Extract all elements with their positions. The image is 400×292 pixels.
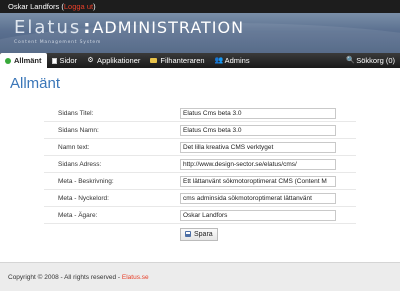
field-label: Namn text:	[58, 143, 90, 151]
meta-description-input[interactable]	[180, 175, 336, 187]
site-name-input[interactable]	[180, 124, 336, 136]
field-label: Sidans Namn:	[58, 126, 99, 134]
name-text-input[interactable]	[180, 141, 336, 153]
logo-section: ADMINISTRATION	[92, 18, 245, 37]
save-row: Spara	[44, 224, 356, 244]
disk-icon	[185, 231, 191, 237]
tab-label: Allmänt	[14, 56, 42, 65]
footer-link[interactable]: Elatus.se	[122, 274, 149, 281]
tab-label: Sidor	[59, 56, 78, 65]
settings-form: Sidans Titel: Sidans Namn: Namn text: Si…	[44, 105, 356, 244]
save-button[interactable]: Spara	[180, 227, 218, 241]
save-label: Spara	[194, 230, 213, 238]
meta-keywords-input[interactable]	[180, 192, 336, 204]
tab-sidor[interactable]: Sidor	[47, 53, 83, 68]
form-row-name-text: Namn text:	[44, 139, 356, 156]
field-label: Meta - Ägare:	[58, 211, 98, 219]
field-label: Sidans Adress:	[58, 160, 102, 168]
header-banner: Elatus: ADMINISTRATION Content Management…	[0, 13, 400, 53]
logo-name: Elatus	[14, 17, 82, 38]
tab-label: Admins	[224, 56, 250, 65]
tab-filhanteraren[interactable]: Filhanteraren	[145, 53, 209, 68]
search-basket-button[interactable]: 🔍 Sökkorg (0)	[341, 53, 400, 68]
form-row-name: Sidans Namn:	[44, 122, 356, 139]
tab-applikationer[interactable]: ⚙ Applikationer	[82, 53, 145, 68]
field-label: Meta - Beskrivning:	[58, 177, 114, 185]
username: Oskar Landfors	[8, 2, 60, 11]
green-dot-icon	[5, 57, 11, 64]
form-row-meta-owner: Meta - Ägare:	[44, 207, 356, 224]
tab-admins[interactable]: 👥 Admins	[210, 53, 255, 68]
copyright-text: Copyright © 2008 - All rights reserved -	[8, 274, 121, 281]
user-bar: Oskar Landfors (Logga ut)	[0, 0, 400, 13]
footer: Copyright © 2008 - All rights reserved -…	[0, 262, 400, 291]
meta-owner-input[interactable]	[180, 209, 336, 221]
logo: Elatus: ADMINISTRATION Content Management…	[14, 17, 245, 45]
tab-label: Applikationer	[97, 56, 141, 65]
field-label: Sidans Titel:	[58, 109, 94, 117]
page-title: Allmänt	[10, 75, 61, 92]
page-icon	[51, 57, 57, 64]
folder-icon	[150, 58, 158, 63]
tab-allmant[interactable]: Allmänt	[0, 53, 47, 68]
main-nav: Allmänt Sidor ⚙ Applikationer Filhantera…	[0, 53, 400, 68]
form-row-address: Sidans Adress:	[44, 156, 356, 173]
site-address-input[interactable]	[180, 158, 336, 170]
users-icon: 👥	[214, 57, 224, 64]
search-basket-label: Sökkorg (0)	[356, 56, 395, 65]
tab-label: Filhanteraren	[160, 56, 205, 65]
form-row-meta-description: Meta - Beskrivning:	[44, 173, 356, 190]
site-title-input[interactable]	[180, 107, 336, 119]
gear-icon: ⚙	[87, 57, 94, 64]
field-label: Meta - Nyckelord:	[58, 194, 109, 202]
logo-separator: :	[83, 17, 91, 38]
logo-tagline: Content Management System	[14, 40, 102, 45]
form-row-title: Sidans Titel:	[44, 105, 356, 122]
search-icon: 🔍	[346, 57, 355, 64]
logout-link[interactable]: Logga ut	[64, 2, 93, 11]
form-row-meta-keywords: Meta - Nyckelord:	[44, 190, 356, 207]
